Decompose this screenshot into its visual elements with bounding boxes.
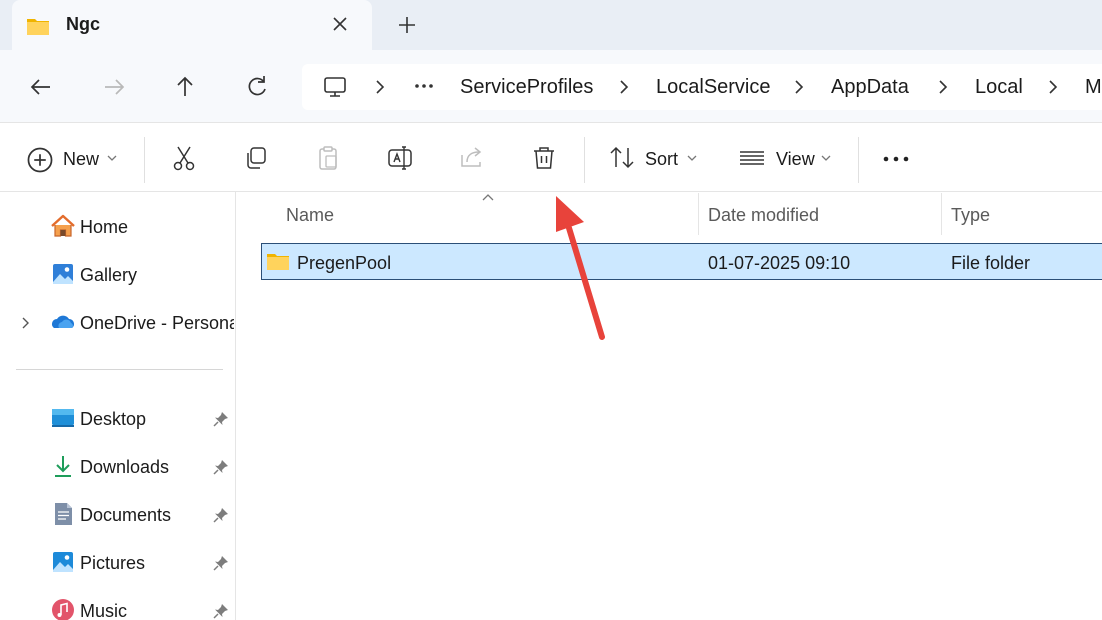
sort-ascending-icon [482, 194, 494, 201]
tab-ngc[interactable]: Ngc [12, 0, 372, 50]
sort-icon[interactable] [607, 143, 637, 173]
breadcrumb-item[interactable]: AppData [831, 76, 909, 99]
sidebar-item-gallery[interactable]: Gallery [0, 255, 236, 295]
chevron-down-icon[interactable] [820, 153, 832, 163]
home-icon [51, 214, 75, 237]
onedrive-icon [52, 315, 74, 328]
breadcrumb-item[interactable]: ServiceProfiles [460, 76, 593, 99]
this-pc-icon[interactable] [322, 74, 348, 100]
sidebar-item-label: Music [80, 601, 128, 620]
sidebar-divider [16, 369, 223, 370]
column-header-name[interactable]: Name [286, 205, 334, 226]
column-divider[interactable] [941, 193, 942, 235]
breadcrumb-item[interactable]: LocalService [656, 76, 771, 99]
sidebar-item-label: Home [80, 217, 129, 237]
forward-arrow-icon[interactable] [99, 72, 129, 102]
sidebar-item-label: Gallery [80, 265, 138, 285]
chevron-down-icon[interactable] [106, 153, 118, 163]
rename-icon[interactable] [385, 143, 415, 173]
sidebar-item-pictures[interactable]: Pictures [0, 543, 236, 583]
chevron-right-icon[interactable] [1045, 77, 1061, 97]
copy-icon[interactable] [241, 143, 271, 173]
chevron-right-icon[interactable] [935, 77, 951, 97]
sidebar-item-documents[interactable]: Documents [0, 495, 236, 535]
close-tab-icon[interactable] [328, 12, 352, 36]
new-tab-icon[interactable] [394, 12, 420, 38]
sidebar-item-label: Documents [80, 505, 172, 525]
chevron-down-icon[interactable] [686, 153, 698, 163]
share-icon[interactable] [457, 143, 487, 173]
refresh-icon[interactable] [242, 72, 272, 102]
annotation-arrow [556, 196, 605, 340]
breadcrumb-item[interactable]: M [1085, 76, 1102, 99]
column-header-date-modified[interactable]: Date modified [708, 205, 819, 226]
sidebar-item-onedrive[interactable]: OneDrive - Persona [0, 303, 236, 343]
column-header-type[interactable]: Type [951, 205, 990, 226]
view-list-icon[interactable] [737, 143, 767, 173]
pictures-icon [53, 552, 73, 572]
toolbar-divider [858, 137, 859, 183]
folder-icon [267, 254, 289, 270]
sort-button[interactable]: Sort [645, 149, 678, 170]
more-options-icon[interactable] [882, 151, 910, 167]
music-icon [52, 599, 74, 620]
pin-icon[interactable] [212, 506, 230, 524]
file-name[interactable]: PregenPool [297, 253, 391, 274]
downloads-icon [55, 456, 71, 477]
documents-icon [55, 503, 72, 525]
sidebar-item-label: Downloads [80, 457, 170, 477]
pin-icon[interactable] [212, 410, 230, 428]
sidebar-item-label: OneDrive - Persona [80, 313, 234, 333]
gallery-icon [53, 264, 73, 284]
sidebar-item-downloads[interactable]: Downloads [0, 447, 236, 487]
sidebar-item-music[interactable]: Music [0, 591, 236, 620]
toolbar-divider [584, 137, 585, 183]
toolbar-divider [144, 137, 145, 183]
tab-title: Ngc [66, 14, 101, 34]
new-button[interactable]: New [63, 149, 99, 170]
chevron-right-icon[interactable] [372, 77, 388, 97]
new-plus-icon[interactable] [25, 145, 55, 175]
expand-chevron-icon[interactable] [18, 315, 34, 331]
folder-icon [27, 19, 49, 35]
delete-trash-icon[interactable] [529, 143, 559, 173]
sidebar-item-home[interactable]: Home [0, 207, 236, 247]
cut-icon[interactable] [169, 143, 199, 173]
chevron-right-icon[interactable] [791, 77, 807, 97]
column-divider[interactable] [698, 193, 699, 235]
sidebar-item-label: Desktop [80, 409, 147, 429]
sidebar-item-desktop[interactable]: Desktop [0, 399, 236, 439]
pin-icon[interactable] [212, 458, 230, 476]
pin-icon[interactable] [212, 554, 230, 572]
breadcrumb-item[interactable]: Local [975, 76, 1023, 99]
more-locations-icon[interactable] [412, 78, 436, 94]
file-type: File folder [951, 253, 1031, 273]
up-arrow-icon[interactable] [170, 72, 200, 102]
back-arrow-icon[interactable] [26, 72, 56, 102]
sidebar-item-label: Pictures [80, 553, 146, 573]
desktop-icon [52, 409, 74, 427]
pin-icon[interactable] [212, 602, 230, 620]
view-button[interactable]: View [776, 149, 815, 170]
paste-icon[interactable] [313, 143, 343, 173]
chevron-right-icon[interactable] [616, 77, 632, 97]
file-date-modified: 01-07-2025 09:10 [708, 253, 851, 273]
